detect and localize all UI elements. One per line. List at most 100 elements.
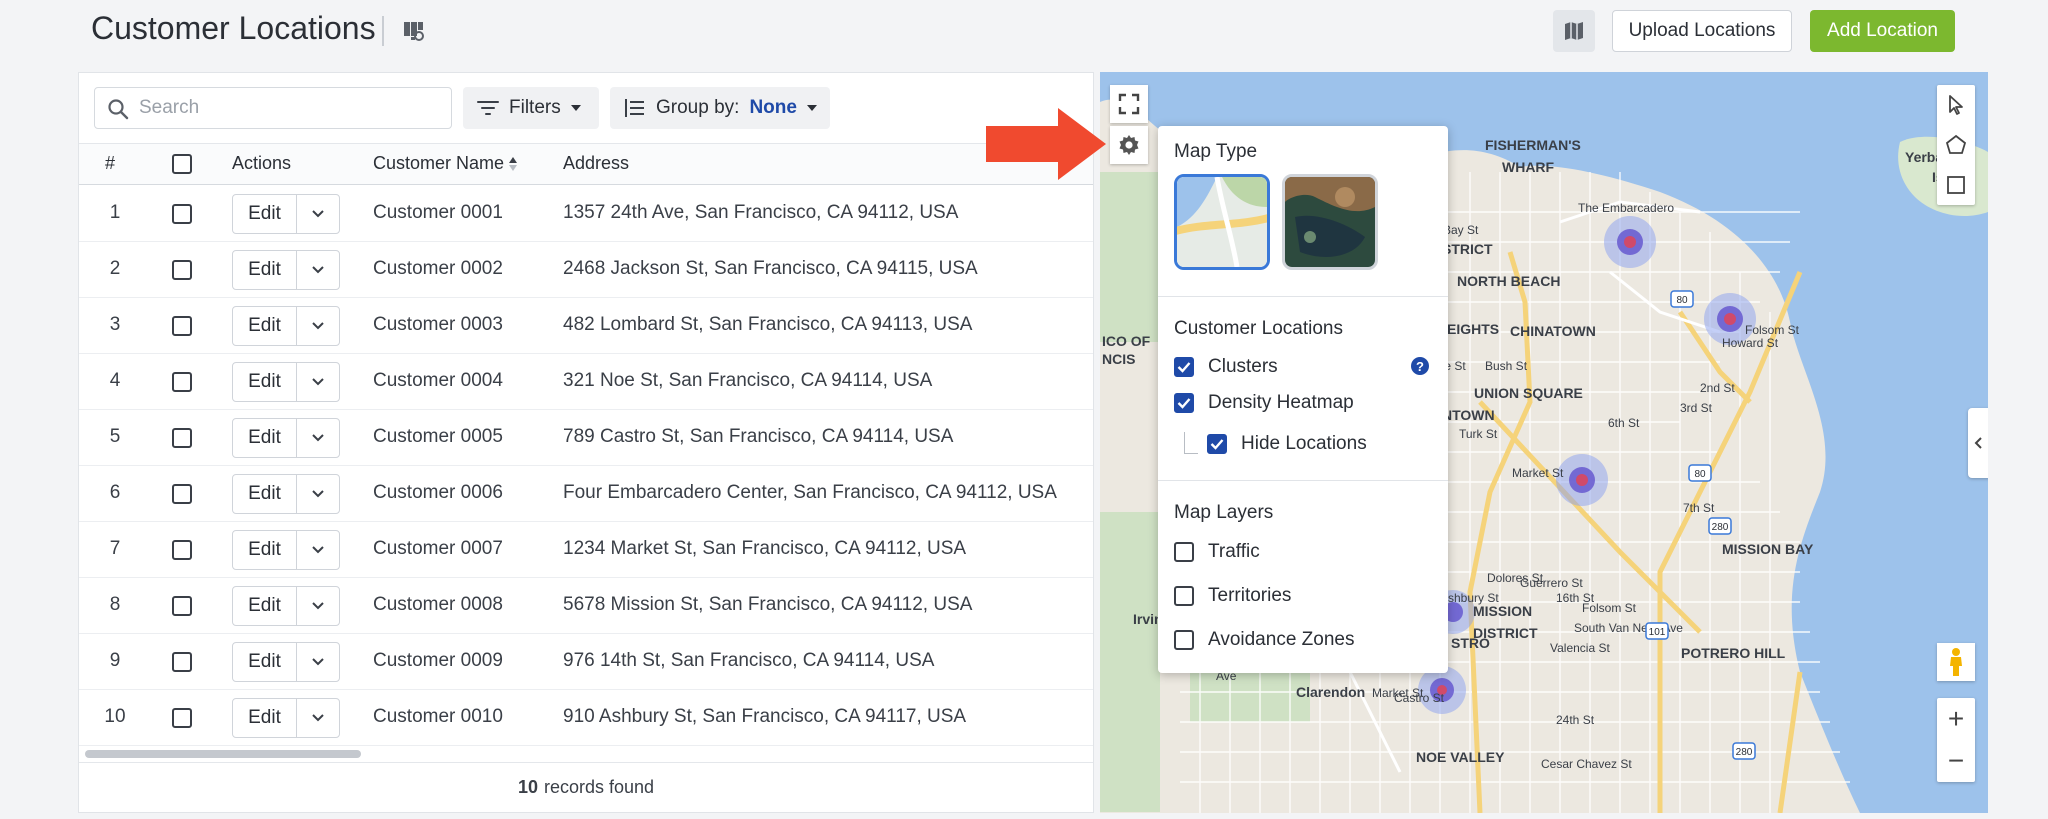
- actions-dropdown-button[interactable]: [297, 475, 339, 513]
- chevron-left-icon: [1974, 437, 1982, 449]
- row-checkbox[interactable]: [172, 596, 192, 616]
- traffic-checkbox[interactable]: [1174, 542, 1194, 562]
- row-checkbox[interactable]: [172, 204, 192, 224]
- row-number: 8: [109, 594, 121, 615]
- select-tool-button[interactable]: [1937, 85, 1975, 125]
- chevron-down-icon: [312, 602, 324, 610]
- row-checkbox[interactable]: [172, 540, 192, 560]
- table-row[interactable]: 6 Edit Customer 0006 Four Embarcadero Ce…: [79, 466, 1093, 522]
- row-checkbox[interactable]: [172, 316, 192, 336]
- customer-name: Customer 0003: [373, 314, 503, 335]
- edit-button[interactable]: Edit: [233, 363, 297, 401]
- polygon-tool-button[interactable]: [1937, 125, 1975, 165]
- street-view-button[interactable]: [1937, 643, 1975, 681]
- map-label: Bay St: [1443, 223, 1479, 237]
- map-label: 24th St: [1556, 713, 1595, 727]
- edit-button[interactable]: Edit: [233, 643, 297, 681]
- territories-option[interactable]: Territories: [1174, 585, 1291, 607]
- edit-button[interactable]: Edit: [233, 699, 297, 737]
- sort-icon[interactable]: [508, 155, 518, 173]
- traffic-option[interactable]: Traffic: [1174, 541, 1260, 563]
- row-checkbox[interactable]: [172, 428, 192, 448]
- clusters-checkbox[interactable]: [1174, 357, 1194, 377]
- map-label: Valencia St: [1550, 641, 1610, 655]
- actions-dropdown-button[interactable]: [297, 251, 339, 289]
- row-number: 4: [109, 370, 121, 391]
- map-type-roadmap[interactable]: [1174, 174, 1270, 270]
- table-row[interactable]: 9 Edit Customer 0009 976 14th St, San Fr…: [79, 634, 1093, 690]
- actions-dropdown-button[interactable]: [297, 195, 339, 233]
- table-row[interactable]: 5 Edit Customer 0005 789 Castro St, San …: [79, 410, 1093, 466]
- help-icon[interactable]: ?: [1411, 357, 1429, 375]
- collapse-panel-button[interactable]: [1968, 408, 1988, 478]
- map-grid-icon[interactable]: [403, 20, 425, 42]
- table-row[interactable]: 2 Edit Customer 0002 2468 Jackson St, Sa…: [79, 242, 1093, 298]
- table-row[interactable]: 4 Edit Customer 0004 321 Noe St, San Fra…: [79, 354, 1093, 410]
- group-by-dropdown[interactable]: Group by: None: [610, 87, 830, 129]
- row-number: 7: [109, 538, 121, 559]
- edit-button[interactable]: Edit: [233, 251, 297, 289]
- hide-locations-checkbox[interactable]: [1207, 434, 1227, 454]
- row-checkbox[interactable]: [172, 708, 192, 728]
- zoom-controls: + −: [1937, 698, 1975, 782]
- row-number: 9: [109, 650, 121, 671]
- actions-dropdown-button[interactable]: [297, 699, 339, 737]
- row-actions: Edit: [232, 306, 340, 346]
- pegman-icon: [1950, 648, 1962, 676]
- upload-locations-button[interactable]: Upload Locations: [1612, 10, 1792, 52]
- row-checkbox[interactable]: [172, 372, 192, 392]
- fullscreen-icon: [1118, 93, 1140, 115]
- edit-button[interactable]: Edit: [233, 195, 297, 233]
- table-row[interactable]: 10 Edit Customer 0010 910 Ashbury St, Sa…: [79, 690, 1093, 746]
- column-header-number[interactable]: #: [105, 153, 115, 174]
- column-header-actions: Actions: [232, 153, 292, 173]
- avoidance-zones-option[interactable]: Avoidance Zones: [1174, 629, 1354, 651]
- edit-button[interactable]: Edit: [233, 475, 297, 513]
- map-layers-title: Map Layers: [1174, 502, 1274, 523]
- table-row[interactable]: 1 Edit Customer 0001 1357 24th Ave, San …: [79, 186, 1093, 242]
- density-heatmap-option[interactable]: Density Heatmap: [1174, 392, 1354, 414]
- actions-dropdown-button[interactable]: [297, 587, 339, 625]
- clusters-option[interactable]: Clusters: [1174, 356, 1278, 378]
- search-input[interactable]: [139, 90, 439, 126]
- edit-button[interactable]: Edit: [233, 307, 297, 345]
- map-label: 3rd St: [1680, 401, 1713, 415]
- avoidance-zones-checkbox[interactable]: [1174, 630, 1194, 650]
- column-header-address[interactable]: Address: [563, 153, 629, 174]
- zoom-out-button[interactable]: −: [1937, 740, 1975, 782]
- row-checkbox[interactable]: [172, 652, 192, 672]
- rectangle-tool-button[interactable]: [1937, 165, 1975, 205]
- table-row[interactable]: 3 Edit Customer 0003 482 Lombard St, San…: [79, 298, 1093, 354]
- map-type-satellite[interactable]: [1282, 174, 1378, 270]
- filters-button[interactable]: Filters: [463, 87, 599, 129]
- select-all-checkbox[interactable]: [172, 154, 192, 174]
- group-by-label: Group by:: [656, 97, 740, 118]
- fullscreen-button[interactable]: [1110, 85, 1148, 123]
- actions-dropdown-button[interactable]: [297, 363, 339, 401]
- row-checkbox[interactable]: [172, 260, 192, 280]
- map-view-button[interactable]: [1553, 10, 1595, 52]
- actions-dropdown-button[interactable]: [297, 419, 339, 457]
- horizontal-scrollbar[interactable]: [85, 750, 361, 758]
- actions-dropdown-button[interactable]: [297, 307, 339, 345]
- satellite-thumbnail-icon: [1285, 177, 1375, 267]
- search-box[interactable]: [94, 87, 452, 129]
- actions-dropdown-button[interactable]: [297, 531, 339, 569]
- records-footer: 10 records found: [79, 762, 1093, 812]
- edit-button[interactable]: Edit: [233, 531, 297, 569]
- row-checkbox[interactable]: [172, 484, 192, 504]
- map-label: ICO OF: [1102, 333, 1151, 349]
- density-heatmap-checkbox[interactable]: [1174, 393, 1194, 413]
- map-label: Howard St: [1722, 336, 1779, 350]
- table-row[interactable]: 8 Edit Customer 0008 5678 Mission St, Sa…: [79, 578, 1093, 634]
- zoom-in-button[interactable]: +: [1937, 698, 1975, 740]
- edit-button[interactable]: Edit: [233, 419, 297, 457]
- add-location-button[interactable]: Add Location: [1810, 10, 1955, 52]
- column-header-customer-name[interactable]: Customer Name: [373, 153, 504, 174]
- edit-button[interactable]: Edit: [233, 587, 297, 625]
- hide-locations-option[interactable]: Hide Locations: [1207, 433, 1367, 455]
- table-row[interactable]: 7 Edit Customer 0007 1234 Market St, San…: [79, 522, 1093, 578]
- territories-checkbox[interactable]: [1174, 586, 1194, 606]
- actions-dropdown-button[interactable]: [297, 643, 339, 681]
- map-settings-button[interactable]: [1110, 126, 1148, 164]
